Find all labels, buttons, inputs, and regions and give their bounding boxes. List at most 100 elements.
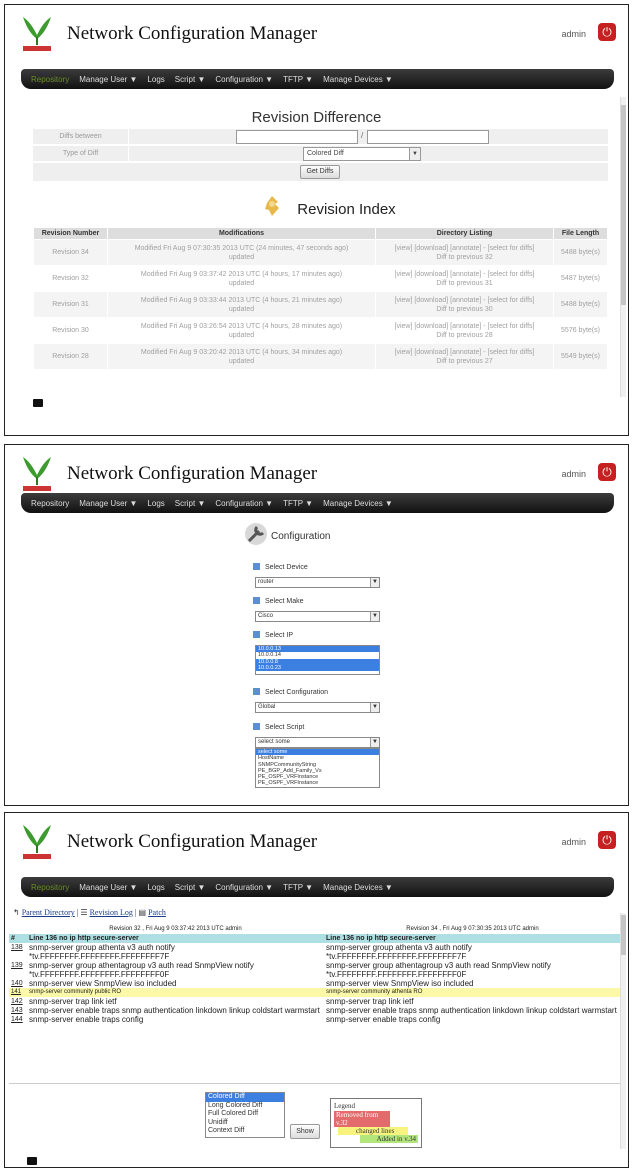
nav-logs[interactable]: Logs bbox=[142, 494, 169, 514]
folder-up-icon: ↰ bbox=[13, 908, 20, 917]
diff-to-previous-link[interactable]: Diff to previous 32 bbox=[436, 254, 492, 261]
nav-script[interactable]: Script ▼ bbox=[170, 70, 211, 90]
nav-configuration[interactable]: Configuration ▼ bbox=[210, 70, 278, 90]
left-line: snmp-server enable traps snmp authentica… bbox=[29, 1006, 320, 1015]
modification-cell: Modified Fri Aug 9 07:30:35 2013 UTC (24… bbox=[107, 239, 376, 266]
diff-from-input[interactable] bbox=[236, 130, 358, 144]
ip-listbox[interactable]: 10.0.0.13 10.0.0.14 10.0.0.8 10.0.0.23 bbox=[255, 645, 380, 675]
directory-links[interactable]: [view] [download] [annotate] - [select f… bbox=[395, 245, 535, 252]
nav-manage-devices[interactable]: Manage Devices ▼ bbox=[318, 878, 398, 898]
type-of-diff-select[interactable]: Colored Diff ▼ bbox=[303, 147, 421, 161]
diff-row: *tv.FFFFFFFF.FFFFFFFF.FFFFFFFF0F *tv.FFFF… bbox=[9, 970, 621, 979]
line-number[interactable]: 142 bbox=[9, 997, 27, 1006]
user-name[interactable]: admin bbox=[561, 29, 586, 39]
nav-logs[interactable]: Logs bbox=[142, 70, 169, 90]
col-file-length[interactable]: File Length bbox=[553, 227, 608, 240]
power-icon[interactable]: ⏻ bbox=[598, 831, 616, 849]
line-number[interactable]: 144 bbox=[9, 1015, 27, 1024]
revision-link[interactable]: Revision 34 bbox=[33, 239, 108, 266]
line-number[interactable] bbox=[9, 952, 27, 961]
directory-links[interactable]: [view] [download] [annotate] - [select f… bbox=[395, 349, 535, 356]
patch-link[interactable]: Patch bbox=[148, 908, 166, 917]
nav-repository[interactable]: Repository bbox=[21, 878, 74, 898]
list-item[interactable]: Context Diff bbox=[206, 1127, 284, 1136]
diff-type-listbox[interactable]: Colored Diff Long Colored Diff Full Colo… bbox=[205, 1092, 285, 1138]
list-item[interactable]: PE_OSPF_VRFInstance bbox=[256, 780, 379, 786]
nav-logs[interactable]: Logs bbox=[142, 878, 169, 898]
power-icon[interactable]: ⏻ bbox=[598, 23, 616, 41]
scrollbar-thumb[interactable] bbox=[621, 915, 626, 955]
scrollbar-thumb[interactable] bbox=[621, 105, 626, 305]
nav-manage-devices[interactable]: Manage Devices ▼ bbox=[318, 70, 398, 90]
revision-link[interactable]: Revision 30 bbox=[33, 317, 108, 344]
nav-manage-user[interactable]: Manage User ▼ bbox=[74, 494, 142, 514]
diffs-between-label: Diffs between bbox=[33, 129, 129, 145]
revision-link[interactable]: Revision 31 bbox=[33, 291, 108, 318]
col-directory-listing[interactable]: Directory Listing bbox=[375, 227, 554, 240]
user-name[interactable]: admin bbox=[561, 837, 586, 847]
directory-links[interactable]: [view] [download] [annotate] - [select f… bbox=[395, 323, 535, 330]
make-select[interactable]: Cisco ▼ bbox=[255, 611, 380, 622]
nav-manage-devices[interactable]: Manage Devices ▼ bbox=[318, 494, 398, 514]
right-line: snmp-server enable traps snmp authentica… bbox=[326, 1006, 617, 1015]
script-select[interactable]: select some ▼ bbox=[255, 737, 380, 748]
table-row: Revision 31 Modified Fri Aug 9 03:33:44 2… bbox=[33, 291, 608, 318]
parent-directory-link[interactable]: Parent Directory bbox=[22, 908, 75, 917]
nav-manage-user[interactable]: Manage User ▼ bbox=[74, 878, 142, 898]
show-button[interactable]: Show bbox=[290, 1124, 320, 1139]
nav-manage-user[interactable]: Manage User ▼ bbox=[74, 70, 142, 90]
col-revision-number[interactable]: Revision Number bbox=[33, 227, 108, 240]
camera-icon[interactable] bbox=[33, 399, 43, 407]
list-item[interactable]: Long Colored Diff bbox=[206, 1102, 284, 1111]
nav-tftp[interactable]: TFTP ▼ bbox=[278, 878, 318, 898]
diff-row: 144 snmp-server enable traps config snmp-s… bbox=[9, 1015, 621, 1024]
user-name[interactable]: admin bbox=[561, 469, 586, 479]
nav-configuration[interactable]: Configuration ▼ bbox=[210, 878, 278, 898]
main-nav: Repository Manage User ▼ Logs Script ▼ Confi… bbox=[21, 877, 614, 897]
power-icon[interactable]: ⏻ bbox=[598, 463, 616, 481]
app-header: Network Configuration Manager admin ⏻ bbox=[5, 813, 628, 871]
col-modifications[interactable]: Modifications bbox=[107, 227, 376, 240]
diff-line-header: # Line 136 no ip http secure-server Line 1… bbox=[9, 934, 621, 943]
directory-links[interactable]: [view] [download] [annotate] - [select f… bbox=[395, 271, 535, 278]
list-item[interactable]: Unidiff bbox=[206, 1119, 284, 1128]
configuration-select[interactable]: Global ▼ bbox=[255, 702, 380, 713]
diff-toolbar: ↰ Parent Directory | ☰ Revision Log | ▤ … bbox=[13, 908, 166, 917]
nav-configuration[interactable]: Configuration ▼ bbox=[210, 494, 278, 514]
nav-tftp[interactable]: TFTP ▼ bbox=[278, 70, 318, 90]
chevron-down-icon: ▼ bbox=[409, 148, 420, 160]
file-length: 5576 byte(s) bbox=[553, 317, 608, 344]
diff-to-previous-link[interactable]: Diff to previous 31 bbox=[436, 280, 492, 287]
right-line: snmp-server group athenta v3 auth notify bbox=[326, 943, 472, 952]
page-scrollbar[interactable] bbox=[620, 913, 626, 1149]
line-number[interactable]: 141 bbox=[9, 988, 27, 997]
file-length: 5488 byte(s) bbox=[553, 291, 608, 318]
list-item[interactable]: 10.0.0.23 bbox=[256, 664, 379, 672]
line-number[interactable]: 138 bbox=[9, 943, 27, 952]
device-select[interactable]: router ▼ bbox=[255, 577, 380, 588]
revision-link[interactable]: Revision 32 bbox=[33, 265, 108, 292]
line-number[interactable]: 143 bbox=[9, 1006, 27, 1015]
script-dropdown-list[interactable]: select some HostName SNMPCommunityString… bbox=[255, 748, 380, 788]
nav-tftp[interactable]: TFTP ▼ bbox=[278, 494, 318, 514]
nav-script[interactable]: Script ▼ bbox=[170, 494, 211, 514]
directory-links[interactable]: [view] [download] [annotate] - [select f… bbox=[395, 297, 535, 304]
diff-to-previous-link[interactable]: Diff to previous 30 bbox=[436, 306, 492, 313]
line-number[interactable]: 139 bbox=[9, 961, 27, 970]
diff-to-previous-link[interactable]: Diff to previous 28 bbox=[436, 332, 492, 339]
page-scrollbar[interactable] bbox=[620, 97, 626, 397]
nav-script[interactable]: Script ▼ bbox=[170, 878, 211, 898]
nav-repository[interactable]: Repository bbox=[21, 70, 74, 90]
diff-to-input[interactable] bbox=[367, 130, 489, 144]
revision-link[interactable]: Revision 28 bbox=[33, 343, 108, 370]
get-diffs-button[interactable]: Get Diffs bbox=[300, 165, 340, 179]
nav-repository[interactable]: Repository bbox=[21, 494, 74, 514]
script-value: select some bbox=[258, 739, 291, 745]
revision-log-link[interactable]: Revision Log bbox=[90, 908, 133, 917]
list-item[interactable]: Full Colored Diff bbox=[206, 1110, 284, 1119]
camera-icon[interactable] bbox=[27, 1157, 37, 1165]
line-number[interactable]: 140 bbox=[9, 979, 27, 988]
list-item[interactable]: Colored Diff bbox=[206, 1093, 284, 1102]
diff-to-previous-link[interactable]: Diff to previous 27 bbox=[436, 358, 492, 365]
line-number[interactable] bbox=[9, 970, 27, 979]
